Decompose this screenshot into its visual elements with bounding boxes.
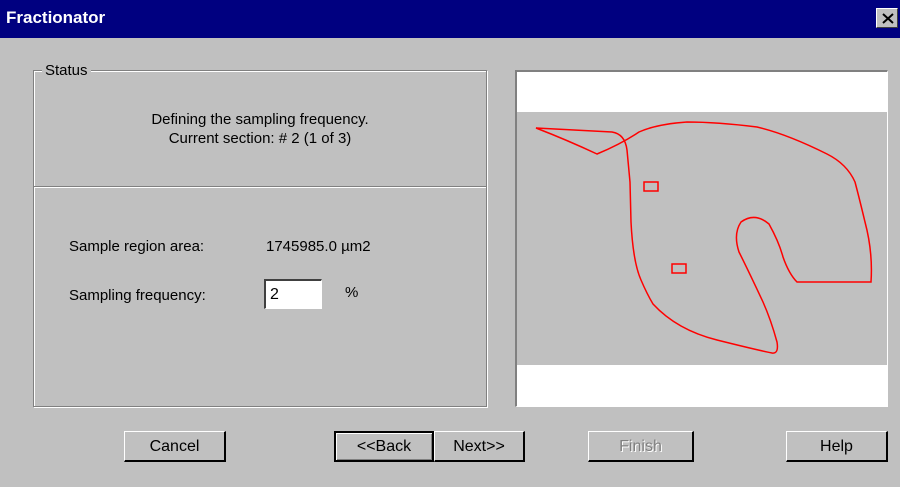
close-icon xyxy=(882,13,894,24)
percent-unit-label: % xyxy=(345,284,359,301)
preview-canvas xyxy=(517,112,887,365)
status-divider xyxy=(34,186,486,188)
status-group-label: Status xyxy=(42,62,91,79)
close-button[interactable] xyxy=(876,8,898,28)
back-button[interactable]: <<Back xyxy=(334,431,434,462)
sample-area-value: 1745985.0 µm2 xyxy=(266,238,371,255)
next-button[interactable]: Next>> xyxy=(434,431,525,462)
sample-area-label: Sample region area: xyxy=(69,238,205,255)
section-preview xyxy=(515,70,888,407)
window-title: Fractionator xyxy=(6,8,106,27)
finish-button[interactable]: Finish xyxy=(588,431,694,462)
sampling-frequency-input[interactable] xyxy=(264,279,322,309)
cancel-button[interactable]: Cancel xyxy=(124,431,226,462)
title-bar: Fractionator xyxy=(0,0,900,38)
preview-field xyxy=(517,112,887,365)
status-line-2: Current section: # 2 (1 of 3) xyxy=(168,130,352,147)
sampling-frequency-label: Sampling frequency: xyxy=(69,287,206,304)
help-button[interactable]: Help xyxy=(786,431,888,462)
status-message: Defining the sampling frequency. Current… xyxy=(34,110,486,148)
status-line-1: Defining the sampling frequency. xyxy=(151,111,369,128)
